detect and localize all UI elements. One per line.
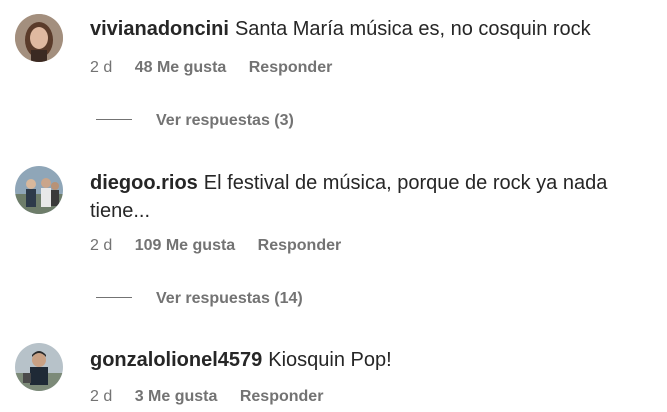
- comment-username[interactable]: gonzalolionel4579: [90, 349, 262, 371]
- comment-likes[interactable]: 3 Me gusta: [135, 387, 218, 407]
- view-replies-label: Ver respuestas (3): [156, 112, 294, 129]
- avatar[interactable]: [15, 166, 63, 214]
- comment-meta: 2 d 3 Me gusta Responder: [90, 387, 341, 407]
- profile-photo-man-icon: [15, 343, 63, 391]
- comment-time: 2 d: [90, 237, 113, 254]
- comment-text: gonzalolionel4579 Kiosquin Pop!: [90, 346, 650, 374]
- comment-meta: 2 d 48 Me gusta Responder: [90, 58, 350, 78]
- comment-text: vivianadoncini Santa María música es, no …: [90, 15, 650, 43]
- reply-button[interactable]: Responder: [249, 58, 333, 78]
- comment-body: Santa María música es, no cosquin rock: [234, 18, 591, 40]
- avatar[interactable]: [15, 14, 63, 62]
- profile-photo-woman-icon: [15, 14, 63, 62]
- comment-username[interactable]: vivianadoncini: [90, 18, 229, 40]
- comment-likes[interactable]: 48 Me gusta: [135, 58, 227, 78]
- view-replies-button[interactable]: Ver respuestas (14): [96, 289, 303, 309]
- comment-text: diegoo.rios El festival de música, porque…: [90, 169, 650, 225]
- reply-button[interactable]: Responder: [258, 236, 342, 256]
- profile-photo-group-icon: [15, 166, 63, 214]
- view-replies-button[interactable]: Ver respuestas (3): [96, 111, 294, 131]
- comment-likes[interactable]: 109 Me gusta: [135, 236, 235, 256]
- comment-username[interactable]: diegoo.rios: [90, 172, 198, 194]
- comment-time: 2 d: [90, 388, 113, 405]
- divider-line: [96, 119, 132, 121]
- view-replies-label: Ver respuestas (14): [156, 290, 303, 307]
- comment-meta: 2 d 109 Me gusta Responder: [90, 236, 359, 256]
- comment-time: 2 d: [90, 59, 113, 76]
- divider-line: [96, 297, 132, 299]
- avatar[interactable]: [15, 343, 63, 391]
- comment-body: Kiosquin Pop!: [268, 349, 392, 371]
- reply-button[interactable]: Responder: [240, 387, 324, 407]
